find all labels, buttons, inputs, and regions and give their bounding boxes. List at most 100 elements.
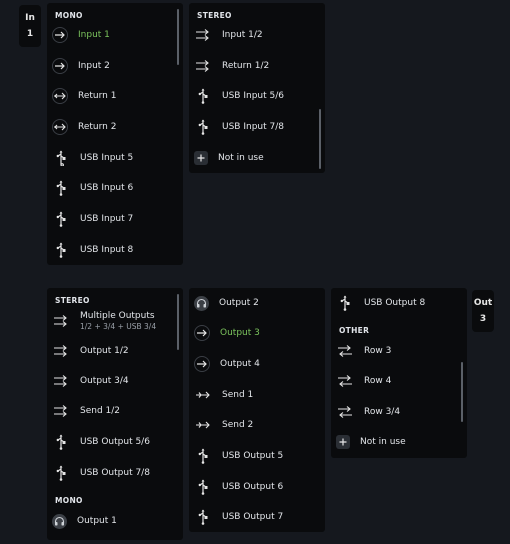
- input-channel-badge[interactable]: In 1: [19, 5, 41, 47]
- menu-item-row-4[interactable]: Row 4: [336, 369, 455, 393]
- menu-item-label: Output 1/2: [80, 346, 129, 356]
- menu-item-output-3-4[interactable]: Output 3/4: [52, 369, 171, 393]
- input-badge-label: In: [25, 13, 35, 23]
- output-channel-badge[interactable]: Out 3: [472, 290, 494, 332]
- menu-item-output-1[interactable]: Output 1: [52, 509, 171, 533]
- scrollbar[interactable]: [319, 109, 321, 169]
- usb-icon: [194, 478, 212, 496]
- menu-item-return-1[interactable]: Return 1: [52, 84, 171, 108]
- menu-item-usb-input-7-8[interactable]: USB Input 7/8: [194, 115, 313, 139]
- menu-item-return-1-2[interactable]: Return 1/2: [194, 54, 313, 78]
- menu-item-label: USB Input 5: [80, 153, 134, 163]
- menu-item-label: USB Input 7/8: [222, 122, 284, 132]
- menu-item-input-2[interactable]: Input 2: [52, 54, 171, 78]
- menu-item-output-2[interactable]: Output 2: [194, 291, 313, 315]
- menu-item-label: Send 1/2: [80, 406, 121, 416]
- menu-item-usb-input-7[interactable]: USB Input 7: [52, 207, 171, 231]
- menu-item-send-1-2[interactable]: Send 1/2: [52, 399, 171, 423]
- menu-item-label: Send 1: [222, 390, 254, 400]
- send-arrow-icon: [194, 416, 212, 434]
- menu-item-not-in-use[interactable]: Not in use: [194, 146, 313, 170]
- swap-arrows-icon: [336, 403, 354, 421]
- usb-icon: [52, 149, 70, 167]
- menu-item-usb-output-5-6[interactable]: USB Output 5/6: [52, 430, 171, 454]
- usb-icon: [52, 210, 70, 228]
- menu-item-send-2[interactable]: Send 2: [194, 413, 313, 437]
- multiple-outputs-label: Multiple Outputs: [80, 311, 155, 321]
- multiple-outputs-sublabel: 1/2 + 3/4 + USB 3/4: [80, 322, 157, 331]
- swap-arrows-icon: [336, 342, 354, 360]
- input-mono-panel: MONO Input 1 Input 2 Return 1 Return 2 U…: [47, 3, 183, 265]
- arrow-right-icon: [194, 356, 210, 372]
- output-stereo-panel: STEREO Multiple Outputs 1/2 + 3/4 + USB …: [47, 288, 183, 540]
- menu-item-label: Input 2: [78, 61, 110, 71]
- menu-item-label: Row 4: [364, 376, 392, 386]
- menu-item-output-1-2[interactable]: Output 1/2: [52, 339, 171, 363]
- menu-item-send-1[interactable]: Send 1: [194, 383, 313, 407]
- usb-icon: [52, 433, 70, 451]
- menu-item-label: Row 3: [364, 346, 392, 356]
- menu-item-usb-output-7[interactable]: USB Output 7: [194, 505, 313, 529]
- menu-item-not-in-use[interactable]: Not in use: [336, 430, 455, 454]
- scrollbar[interactable]: [177, 294, 179, 350]
- menu-item-usb-output-8[interactable]: USB Output 8: [336, 291, 455, 315]
- menu-item-label: USB Input 8: [80, 245, 134, 255]
- swap-arrows-icon: [336, 372, 354, 390]
- menu-item-row-3-4[interactable]: Row 3/4: [336, 400, 455, 424]
- arrow-right-icon: [52, 27, 68, 43]
- menu-item-label: Output 4: [220, 359, 260, 369]
- return-arrow-icon: [52, 119, 68, 135]
- section-header-mono: MONO: [55, 496, 83, 505]
- menu-item-label: Return 1/2: [222, 61, 270, 71]
- menu-item-label: Output 1: [77, 516, 117, 526]
- menu-item-label: USB Input 5/6: [222, 91, 284, 101]
- stereo-arrows-icon: [52, 372, 70, 390]
- stereo-arrows-icon: [52, 342, 70, 360]
- stereo-arrows-icon: [52, 402, 70, 420]
- menu-item-label: Not in use: [360, 437, 406, 447]
- input-stereo-panel: STEREO Input 1/2 Return 1/2 USB Input 5/…: [189, 3, 325, 173]
- headphones-icon: [52, 513, 67, 529]
- headphones-icon: [194, 295, 209, 311]
- usb-icon: [194, 118, 212, 136]
- menu-item-input-1-2[interactable]: Input 1/2: [194, 23, 313, 47]
- menu-item-label: Multiple Outputs 1/2 + 3/4 + USB 3/4: [80, 311, 156, 331]
- menu-item-usb-input-5-6[interactable]: USB Input 5/6: [194, 84, 313, 108]
- menu-item-usb-input-6[interactable]: USB Input 6: [52, 176, 171, 200]
- scrollbar[interactable]: [177, 9, 179, 65]
- menu-item-usb-output-7-8[interactable]: USB Output 7/8: [52, 461, 171, 485]
- menu-item-label: USB Input 7: [80, 214, 134, 224]
- menu-item-label: Not in use: [218, 153, 264, 163]
- usb-icon: [52, 241, 70, 259]
- section-header-mono: MONO: [55, 11, 83, 20]
- menu-item-label: USB Input 6: [80, 183, 134, 193]
- plus-icon: [336, 435, 350, 449]
- return-arrow-icon: [52, 88, 68, 104]
- menu-item-label: USB Output 7/8: [80, 468, 150, 478]
- menu-item-usb-input-8[interactable]: USB Input 8: [52, 238, 171, 262]
- usb-icon: [52, 464, 70, 482]
- menu-item-input-1[interactable]: Input 1: [52, 23, 171, 47]
- menu-item-label: USB Output 5: [222, 451, 284, 461]
- usb-icon: [194, 87, 212, 105]
- menu-item-return-2[interactable]: Return 2: [52, 115, 171, 139]
- stereo-arrows-icon: [52, 312, 70, 330]
- menu-item-usb-output-5[interactable]: USB Output 5: [194, 444, 313, 468]
- menu-item-usb-input-5[interactable]: USB Input 5: [52, 146, 171, 170]
- section-header-other: OTHER: [339, 326, 370, 335]
- menu-item-output-4[interactable]: Output 4: [194, 352, 313, 376]
- menu-item-label: Output 3: [220, 328, 260, 338]
- menu-item-row-3[interactable]: Row 3: [336, 339, 455, 363]
- menu-item-output-3[interactable]: Output 3: [194, 321, 313, 345]
- menu-item-label: Return 2: [78, 122, 117, 132]
- menu-item-label: Return 1: [78, 91, 117, 101]
- stereo-arrows-icon: [194, 26, 212, 44]
- menu-item-usb-output-6[interactable]: USB Output 6: [194, 475, 313, 499]
- output-mono-panel: Output 2 Output 3 Output 4 Send 1 Send 2…: [189, 288, 325, 532]
- menu-item-label: USB Output 7: [222, 512, 284, 522]
- output-badge-number: 3: [479, 314, 487, 324]
- menu-item-label: USB Output 8: [364, 298, 426, 308]
- scrollbar[interactable]: [461, 362, 463, 422]
- menu-item-multiple-outputs[interactable]: Multiple Outputs 1/2 + 3/4 + USB 3/4: [52, 308, 171, 334]
- menu-item-label: Output 3/4: [80, 376, 129, 386]
